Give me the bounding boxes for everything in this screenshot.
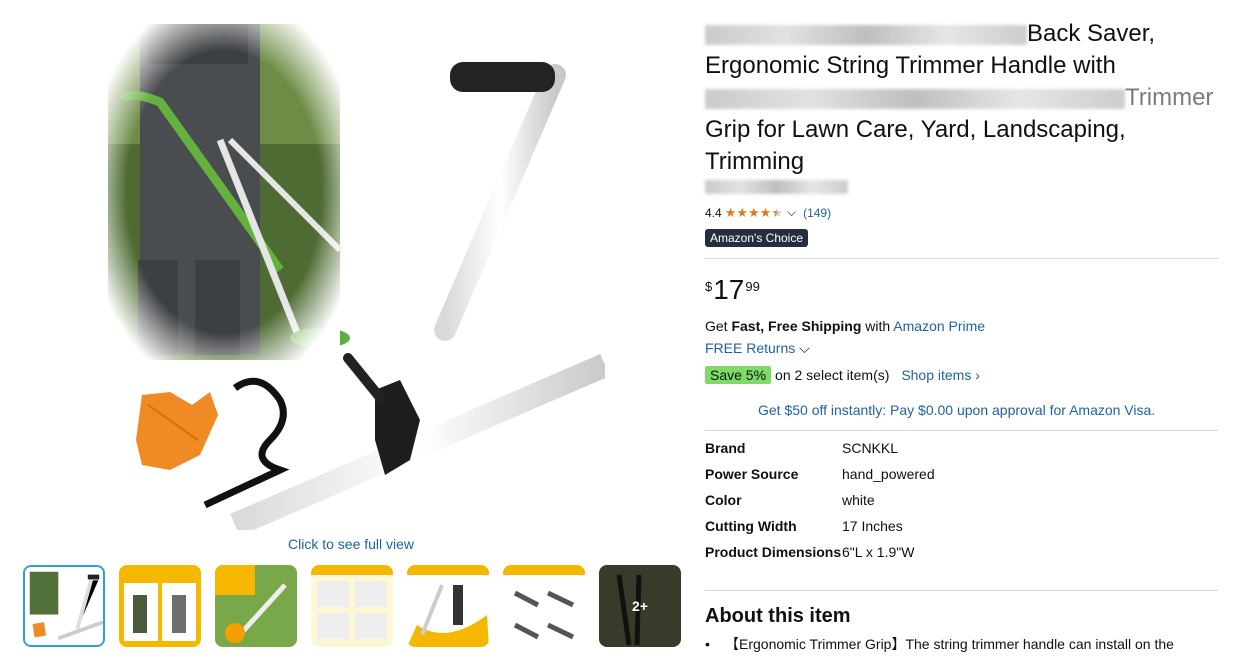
thumbnail-2[interactable]	[119, 565, 201, 647]
spec-row: Color white	[705, 490, 935, 516]
spec-key: Cutting Width	[705, 518, 797, 534]
price-fraction: 99	[745, 279, 760, 294]
divider	[705, 430, 1218, 431]
about-bullet-text: 【Ergonomic Trimmer Grip】The string trimm…	[725, 636, 1174, 652]
rating-value: 4.4	[705, 205, 722, 220]
star-rating-icon[interactable]: ★ ★ ★ ★ ★	[725, 206, 783, 219]
promo-row: Save 5% on 2 select item(s) Shop items ›	[705, 366, 980, 384]
price-whole: 17	[713, 274, 745, 305]
redacted-text	[705, 24, 1027, 45]
spec-row: Cutting Width 17 Inches	[705, 516, 935, 542]
visa-offer-link[interactable]: Get $50 off instantly: Pay $0.00 upon ap…	[758, 402, 1155, 418]
shipping-prefix: Get	[705, 318, 732, 334]
spec-key: Color	[705, 492, 742, 508]
bullet-dot: •	[705, 636, 710, 652]
thumbnail-5[interactable]	[407, 565, 489, 647]
main-product-image[interactable]	[100, 20, 605, 530]
spec-row: Product Dimensions 6"L x 1.9"W	[705, 542, 935, 568]
spec-value: 6"L x 1.9"W	[842, 544, 915, 560]
specs-table: Brand SCNKKL Power Source hand_powered Col…	[705, 438, 935, 568]
shipping-middle: with	[861, 318, 894, 334]
divider	[705, 590, 1218, 591]
more-images-label: 2+	[632, 598, 648, 614]
title-line-4: Grip for Lawn Care, Yard, Landscaping,	[705, 116, 1126, 143]
spec-value: SCNKKL	[842, 440, 899, 456]
spec-row: Power Source hand_powered	[705, 464, 935, 490]
product-title: Back Saver, Ergonomic String Trimmer Han…	[705, 18, 1215, 178]
rating-row[interactable]: 4.4 ★ ★ ★ ★ ★ ⌵ (149)	[705, 205, 831, 220]
chevron-down-icon: ⌵	[799, 340, 810, 356]
save-badge: Save 5%	[705, 366, 772, 384]
title-line-5: Trimming	[705, 148, 805, 175]
shop-items-link[interactable]: Shop items ›	[901, 367, 980, 383]
about-bullet: • 【Ergonomic Trimmer Grip】The string trim…	[705, 634, 1205, 654]
free-returns-link[interactable]: FREE Returns ⌵	[705, 340, 810, 357]
chevron-down-icon[interactable]: ⌵	[787, 205, 796, 220]
shipping-info: Get Fast, Free Shipping with Amazon Prim…	[705, 318, 985, 334]
spec-value: hand_powered	[842, 466, 935, 482]
thumbnail-3[interactable]	[215, 565, 297, 647]
spec-value: white	[842, 492, 875, 508]
about-this-item-heading: About this item	[705, 605, 851, 627]
spec-key: Power Source	[705, 466, 799, 482]
review-count-link[interactable]: (149)	[803, 206, 831, 220]
click-full-view-link[interactable]: Click to see full view	[288, 536, 414, 552]
price-symbol: $	[705, 279, 713, 294]
price: $ 17 99	[705, 275, 760, 305]
spec-key: Product Dimensions	[705, 544, 842, 560]
spec-value: 17 Inches	[842, 518, 903, 534]
title-line-2: Ergonomic String Trimmer Handle with	[705, 52, 1116, 79]
spec-key: Brand	[705, 440, 746, 456]
title-line-3: Trimmer	[1125, 84, 1214, 111]
thumbnail-4[interactable]	[311, 565, 393, 647]
spec-row: Brand SCNKKL	[705, 438, 935, 464]
promo-text: on 2 select item(s)	[775, 367, 890, 383]
thumbnail-6[interactable]	[503, 565, 585, 647]
free-returns-label: FREE Returns	[705, 340, 796, 356]
shipping-bold: Fast, Free Shipping	[731, 318, 862, 334]
amazons-choice-badge[interactable]: Amazon's Choice	[705, 229, 808, 247]
thumbnail-more[interactable]: 2+	[599, 565, 681, 647]
title-line-1: Back Saver,	[1027, 20, 1156, 47]
redacted-text	[705, 88, 1125, 109]
amazon-prime-link[interactable]: Amazon Prime	[893, 318, 985, 334]
thumbnail-1[interactable]	[23, 565, 105, 647]
store-link[interactable]	[705, 180, 848, 194]
divider	[705, 258, 1218, 259]
